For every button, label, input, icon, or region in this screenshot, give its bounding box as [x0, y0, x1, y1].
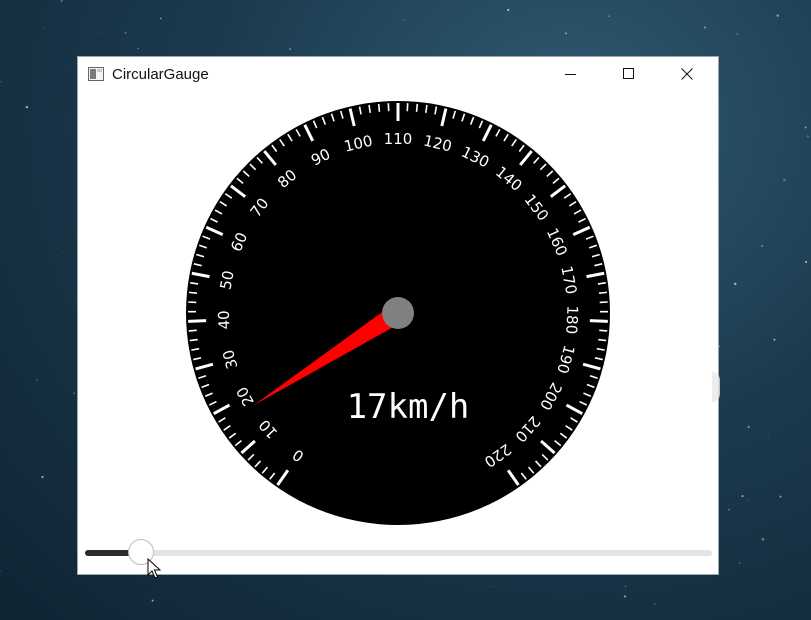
- star: [124, 32, 127, 34]
- star: [773, 34, 775, 36]
- app-icon: [88, 67, 104, 81]
- window-title: CircularGauge: [112, 66, 209, 83]
- star: [624, 585, 627, 588]
- star: [738, 562, 741, 564]
- star: [62, 251, 64, 253]
- minimize-icon: [565, 74, 576, 75]
- star: [0, 570, 1, 572]
- star: [60, 0, 63, 2]
- tick-label: 110: [384, 130, 413, 148]
- star: [736, 33, 738, 35]
- star: [137, 47, 139, 50]
- star: [565, 32, 568, 35]
- star: [151, 599, 154, 602]
- star: [804, 126, 807, 129]
- circular-gauge: 0102030405060708090100 110 120 130140150160…: [186, 101, 610, 525]
- star: [289, 48, 291, 50]
- star: [741, 495, 744, 498]
- star: [773, 338, 776, 341]
- partial-widget-edge: [712, 372, 720, 402]
- star: [101, 32, 102, 33]
- speed-readout: 17km/h: [347, 387, 470, 427]
- minor-tick: [415, 103, 419, 112]
- star: [783, 178, 786, 182]
- star: [805, 260, 808, 264]
- star: [654, 603, 656, 605]
- star: [767, 433, 769, 435]
- star: [73, 392, 75, 394]
- star: [703, 26, 707, 29]
- minor-tick: [599, 329, 608, 332]
- star: [718, 345, 720, 348]
- minor-tick: [188, 291, 198, 294]
- major-tick: [188, 319, 207, 323]
- star: [608, 15, 610, 17]
- minor-tick: [188, 329, 197, 332]
- star: [25, 105, 29, 109]
- star: [159, 17, 162, 20]
- star: [776, 14, 779, 17]
- star: [760, 244, 764, 248]
- star: [779, 495, 782, 498]
- star: [733, 282, 737, 286]
- star: [728, 509, 730, 511]
- star: [0, 80, 2, 83]
- major-tick: [589, 319, 608, 323]
- minor-tick: [377, 103, 381, 112]
- star: [806, 135, 809, 138]
- minor-tick: [189, 338, 198, 342]
- tick-label: 180: [562, 305, 581, 334]
- tick-label: 40: [215, 310, 234, 330]
- star: [761, 537, 765, 541]
- star: [507, 8, 510, 12]
- star: [64, 66, 66, 68]
- maximize-button[interactable]: [606, 57, 652, 91]
- minor-tick: [598, 291, 608, 294]
- star: [623, 595, 627, 598]
- minimize-button[interactable]: [548, 57, 594, 91]
- star: [36, 379, 38, 381]
- star: [747, 425, 750, 428]
- minor-tick: [598, 338, 607, 342]
- gauge-hub: [382, 297, 414, 329]
- close-button[interactable]: [664, 57, 710, 91]
- star: [747, 500, 749, 502]
- mouse-cursor-icon: [147, 558, 161, 579]
- app-window: CircularGauge 0 10 20 30 40 50 60 70 80 90 100 110 1…: [78, 57, 718, 574]
- maximize-icon: [623, 68, 634, 79]
- star: [41, 475, 44, 479]
- star: [403, 19, 405, 21]
- speed-slider[interactable]: [85, 550, 712, 556]
- title-bar[interactable]: CircularGauge: [78, 57, 718, 91]
- minor-tick: [425, 104, 428, 114]
- minor-tick: [368, 104, 371, 114]
- star: [490, 585, 492, 587]
- close-icon: [681, 68, 693, 80]
- star: [44, 27, 45, 28]
- tick-label: 50: [216, 269, 237, 291]
- star: [33, 143, 36, 145]
